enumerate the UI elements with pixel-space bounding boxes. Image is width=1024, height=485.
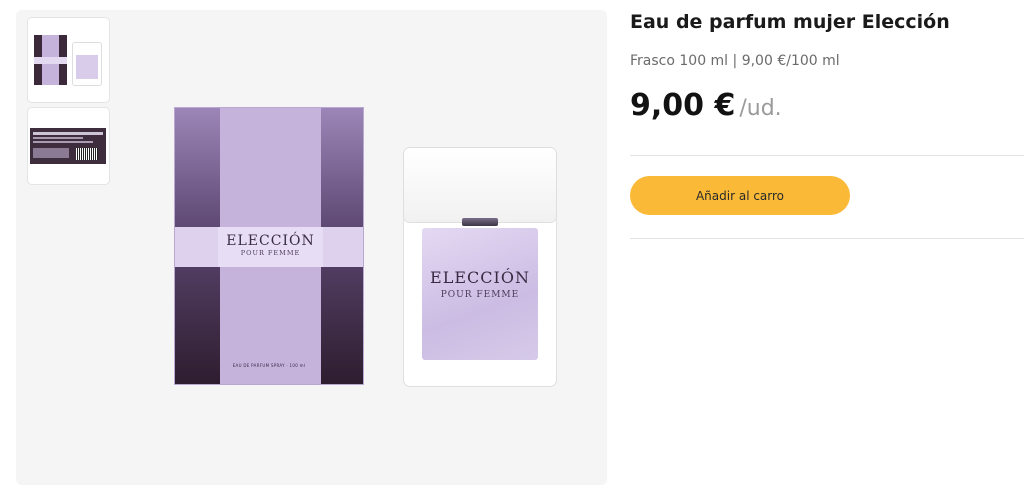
thumbnail-front[interactable]	[28, 18, 109, 102]
price-amount: 9,00 €	[630, 88, 736, 123]
bottle-sub-text: POUR FEMME	[440, 290, 520, 300]
bottle-neck	[462, 218, 498, 226]
bottle-brand-text: ELECCIÓN	[430, 268, 530, 287]
image-gallery: ELECCIÓN POUR FEMME EAU DE PARFUM SPRAY …	[16, 10, 607, 485]
box-footer-text: EAU DE PARFUM SPRAY · 100 ml	[232, 363, 306, 368]
product-title: Eau de parfum mujer Elección	[630, 11, 950, 33]
bottle-cap	[404, 148, 556, 222]
divider-top	[630, 155, 1024, 156]
perfume-box-image: ELECCIÓN POUR FEMME EAU DE PARFUM SPRAY …	[175, 108, 363, 384]
box-label: ELECCIÓN POUR FEMME	[218, 227, 323, 267]
price-unit: /ud.	[739, 96, 782, 121]
product-meta: Frasco 100 ml | 9,00 €/100 ml	[630, 53, 840, 69]
add-to-cart-button[interactable]: Añadir al carro	[630, 176, 850, 215]
thumbnail-box-image	[34, 35, 67, 85]
thumbnail-back-label[interactable]	[28, 108, 109, 184]
thumbnail-bottle-image	[73, 43, 101, 85]
bottle-liquid: ELECCIÓN POUR FEMME	[422, 228, 538, 360]
divider-bottom	[630, 238, 1024, 239]
thumbnail-label-image	[30, 128, 106, 164]
price-block: 9,00 €/ud.	[630, 88, 782, 123]
box-brand-text: ELECCIÓN	[226, 233, 315, 249]
box-sub-text: POUR FEMME	[240, 249, 301, 257]
